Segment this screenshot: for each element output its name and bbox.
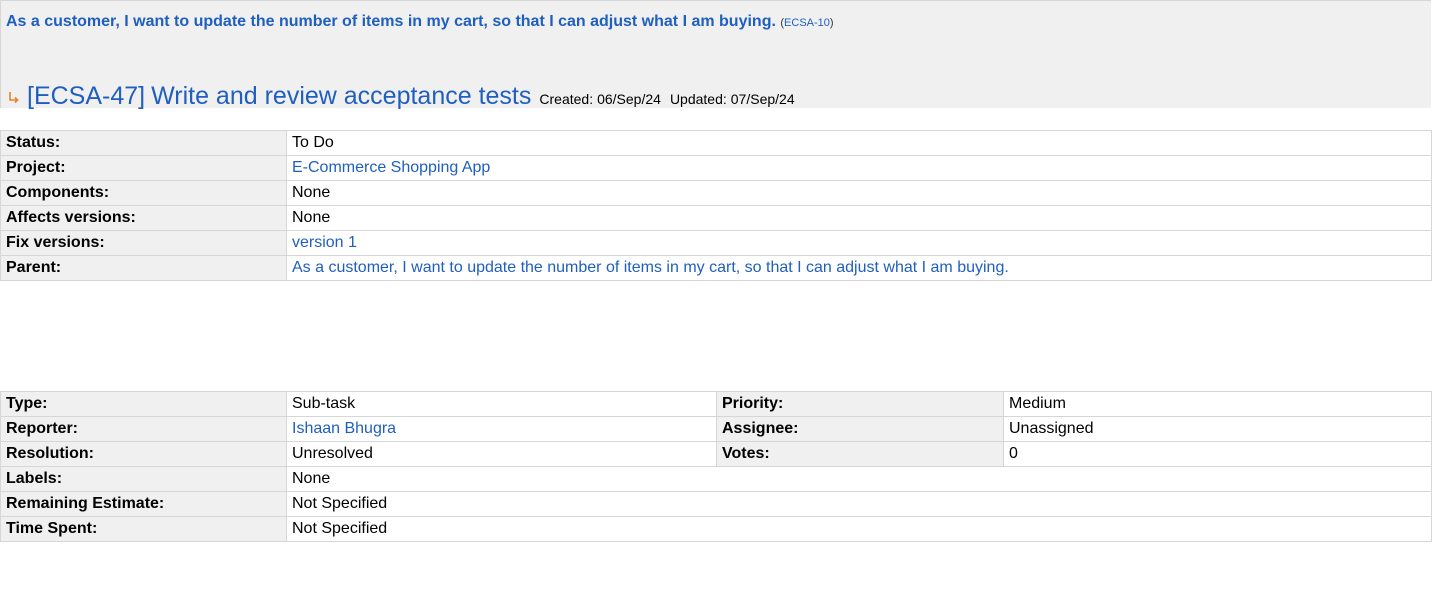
- subtask-icon: [9, 92, 19, 104]
- resolution-label: Resolution:: [0, 441, 287, 467]
- parent-issue-header: As a customer, I want to update the numb…: [0, 0, 1431, 111]
- detail-row-resolution: Resolution: Unresolved Votes: 0: [0, 441, 1432, 467]
- assignee-value: Unassigned: [1003, 416, 1432, 442]
- updated-label: Updated:: [669, 91, 727, 107]
- labels-value: None: [286, 466, 1432, 492]
- votes-value: 0: [1003, 441, 1432, 467]
- assignee-label: Assignee:: [716, 416, 1004, 442]
- affects-versions-label: Affects versions:: [0, 205, 287, 231]
- field-row-parent: Parent: As a customer, I want to update …: [0, 255, 1432, 281]
- components-value: None: [286, 180, 1432, 206]
- issue-summary-link[interactable]: Write and review acceptance tests: [151, 82, 531, 111]
- status-label: Status:: [0, 130, 287, 156]
- remaining-estimate-label: Remaining Estimate:: [0, 491, 287, 517]
- components-label: Components:: [0, 180, 287, 206]
- priority-value: Medium: [1003, 391, 1432, 417]
- labels-label: Labels:: [0, 466, 287, 492]
- reporter-label: Reporter:: [0, 416, 287, 442]
- status-value: To Do: [286, 130, 1432, 156]
- created-date: 06/Sep/24: [597, 91, 661, 107]
- field-row-status: Status: To Do: [0, 130, 1432, 156]
- remaining-estimate-value: Not Specified: [286, 491, 1432, 517]
- detail-row-time-spent: Time Spent: Not Specified: [0, 516, 1432, 542]
- fix-versions-label: Fix versions:: [0, 230, 287, 256]
- field-row-components: Components: None: [0, 180, 1432, 206]
- project-label: Project:: [0, 155, 287, 181]
- parent-issue-line: As a customer, I want to update the numb…: [6, 13, 834, 31]
- issue-details-table: Type: Sub-task Priority: Medium Reporter…: [0, 391, 1432, 542]
- parent-issue-summary-link[interactable]: As a customer, I want to update the numb…: [6, 13, 776, 30]
- issue-title-line: [ECSA-47] Write and review acceptance te…: [6, 82, 804, 111]
- field-row-project: Project: E-Commerce Shopping App: [0, 155, 1432, 181]
- issue-key-link[interactable]: [ECSA-47]: [27, 82, 145, 111]
- time-spent-label: Time Spent:: [0, 516, 287, 542]
- field-row-affects-versions: Affects versions: None: [0, 205, 1432, 231]
- issue-fields-table: Status: To Do Project: E-Commerce Shoppi…: [0, 130, 1432, 281]
- parent-label: Parent:: [0, 255, 287, 281]
- type-value: Sub-task: [286, 391, 717, 417]
- reporter-cell: Ishaan Bhugra: [286, 416, 717, 442]
- resolution-value: Unresolved: [286, 441, 717, 467]
- project-cell: E-Commerce Shopping App: [286, 155, 1432, 181]
- detail-row-type: Type: Sub-task Priority: Medium: [0, 391, 1432, 417]
- parent-cell: As a customer, I want to update the numb…: [286, 255, 1432, 281]
- fix-version-link[interactable]: version 1: [292, 234, 357, 251]
- updated-date: 07/Sep/24: [730, 91, 795, 107]
- project-link[interactable]: E-Commerce Shopping App: [292, 159, 490, 176]
- parent-issue-key-wrapper: (ECSA-10): [780, 17, 834, 29]
- votes-label: Votes:: [716, 441, 1004, 467]
- created-label: Created:: [539, 91, 594, 107]
- detail-row-remaining-estimate: Remaining Estimate: Not Specified: [0, 491, 1432, 517]
- parent-issue-key-link[interactable]: ECSA-10: [784, 17, 830, 29]
- detail-row-labels: Labels: None: [0, 466, 1432, 492]
- parent-link[interactable]: As a customer, I want to update the numb…: [292, 259, 1009, 276]
- type-label: Type:: [0, 391, 287, 417]
- fix-versions-cell: version 1: [286, 230, 1432, 256]
- affects-versions-value: None: [286, 205, 1432, 231]
- reporter-link[interactable]: Ishaan Bhugra: [292, 420, 396, 437]
- priority-label: Priority:: [716, 391, 1004, 417]
- field-row-fix-versions: Fix versions: version 1: [0, 230, 1432, 256]
- detail-row-reporter: Reporter: Ishaan Bhugra Assignee: Unassi…: [0, 416, 1432, 442]
- time-spent-value: Not Specified: [286, 516, 1432, 542]
